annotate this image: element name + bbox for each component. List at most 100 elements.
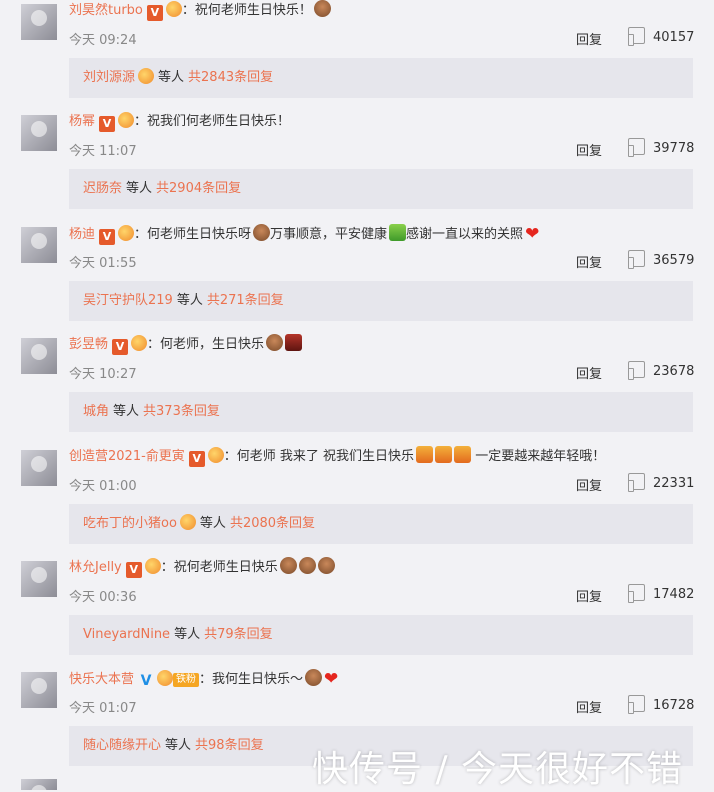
- reply-summary[interactable]: 吃布丁的小猪oo 等人 共2080条回复: [69, 503, 693, 544]
- heart-emoji-icon: ❤: [525, 223, 540, 244]
- reply-button[interactable]: 回复: [576, 697, 602, 716]
- like-button[interactable]: 22331: [628, 472, 694, 493]
- cake-emoji-icon: [298, 556, 316, 574]
- comment-time: 今天 11:07: [69, 144, 137, 160]
- like-count: 36579: [653, 252, 695, 268]
- like-count: 39778: [653, 141, 695, 157]
- reply-user-name[interactable]: 吴汀守护队219: [83, 293, 173, 308]
- user-name[interactable]: 刘昊然turbo: [69, 3, 143, 18]
- reply-total-link[interactable]: 共2904条回复: [156, 181, 241, 196]
- user-name[interactable]: 林允Jelly: [69, 560, 122, 575]
- cake-emoji-icon: [305, 669, 323, 687]
- avatar[interactable]: [21, 115, 57, 152]
- comment-text: ：我何生日快乐～: [199, 672, 304, 688]
- comment-time: 今天 10:27: [69, 367, 137, 383]
- user-name[interactable]: 创造营2021-俞更寅: [69, 449, 185, 464]
- comment-line: 刘昊然turbo V ：祝何老师生日快乐！: [69, 0, 331, 22]
- gift-emoji-icon: [435, 445, 453, 463]
- like-button[interactable]: 36579: [628, 249, 695, 270]
- fan-medal-icon: [144, 557, 161, 574]
- reply-total-link[interactable]: 共79条回复: [204, 627, 273, 642]
- like-button[interactable]: 40157: [628, 27, 694, 47]
- verified-badge-icon: V: [99, 228, 116, 245]
- fan-medal-icon: [179, 513, 196, 530]
- verified-badge-icon: V: [140, 673, 152, 690]
- like-count: 16728: [653, 698, 695, 714]
- fan-medal-icon: [118, 112, 135, 129]
- user-name[interactable]: 杨迪: [69, 227, 95, 242]
- reply-user-name[interactable]: 随心随缘开心: [83, 738, 161, 753]
- gift-emoji-icon: [416, 445, 434, 463]
- comment-line: 林允Jelly V ：祝何老师生日快乐: [69, 556, 335, 579]
- comment-text: 一定要越来越年轻哦！: [475, 448, 606, 464]
- reply-etc: 等人: [158, 70, 185, 85]
- thumbs-up-icon: [628, 138, 645, 158]
- comment-time: 今天 01:00: [69, 478, 137, 494]
- comment-feed: 刘昊然turbo V ：祝何老师生日快乐！ 今天 09:24 回复 40157 刘刘…: [0, 0, 714, 780]
- like-count: 17482: [653, 586, 695, 602]
- comment-time: 今天 01:55: [69, 255, 137, 271]
- reply-summary[interactable]: 迟肠奈 等人 共2904条回复: [69, 169, 693, 210]
- reply-summary[interactable]: 刘刘源源 等人 共2843条回复: [69, 58, 693, 98]
- reply-etc: 等人: [174, 626, 201, 642]
- comment-text: 万事顺意，平安健康: [270, 226, 388, 242]
- fan-medal-icon: [118, 224, 135, 241]
- comment-text: ：何老师生日快乐呀: [134, 226, 252, 242]
- reply-total-link[interactable]: 共2843条回复: [188, 70, 273, 85]
- avatar[interactable]: [21, 672, 57, 709]
- avatar[interactable]: [21, 226, 57, 263]
- reply-etc: 等人: [113, 404, 140, 420]
- comment-time: 今天 00:36: [69, 589, 137, 605]
- reply-total-link[interactable]: 共98条回复: [195, 738, 264, 753]
- like-button[interactable]: 39778: [628, 138, 694, 158]
- user-name[interactable]: 快乐大本营: [69, 672, 134, 687]
- reply-summary[interactable]: 城角 等人 共373条回复: [69, 392, 693, 433]
- user-name[interactable]: 彭昱畅: [69, 337, 108, 352]
- reply-total-link[interactable]: 共373条回复: [143, 404, 220, 419]
- avatar[interactable]: [21, 779, 57, 790]
- cake-emoji-icon: [313, 0, 331, 17]
- reply-total-link[interactable]: 共2080条回复: [230, 516, 315, 531]
- avatar[interactable]: [21, 338, 57, 375]
- thumbs-up-icon: [628, 695, 645, 715]
- reply-button[interactable]: 回复: [576, 252, 602, 271]
- reply-etc: 等人: [126, 181, 153, 197]
- like-button[interactable]: 16728: [628, 695, 694, 715]
- verified-badge-icon: V: [125, 561, 142, 578]
- avatar[interactable]: [21, 4, 57, 40]
- reply-user-name[interactable]: 迟肠奈: [83, 181, 122, 196]
- reply-etc: 等人: [199, 515, 226, 531]
- reply-summary[interactable]: VineyardNine 等人 共79条回复: [69, 614, 693, 655]
- heart-emoji-icon: ❤: [324, 669, 339, 690]
- cake-emoji-icon: [279, 556, 297, 574]
- comment-item: 杨幂 V ：祝我们何老师生日快乐！ 今天 11:07 回复 39778 迟肠奈 等人共…: [0, 111, 714, 222]
- reply-summary[interactable]: 吴汀守护队219 等人 共271条回复: [69, 280, 693, 321]
- comment-text: ：祝我们何老师生日快乐！: [134, 114, 291, 130]
- thumbs-up-icon: [628, 472, 645, 492]
- reply-button[interactable]: 回复: [576, 140, 602, 159]
- cake-emoji-icon: [253, 223, 271, 241]
- like-button[interactable]: 23678: [628, 361, 694, 381]
- reply-user-name[interactable]: 吃布丁的小猪oo: [83, 516, 177, 531]
- comment-time: 今天 09:24: [69, 33, 137, 48]
- reply-button[interactable]: 回复: [576, 363, 602, 382]
- reply-user-name[interactable]: VineyardNine: [83, 627, 170, 642]
- fan-medal-icon: [138, 68, 155, 84]
- reply-button[interactable]: 回复: [576, 475, 602, 494]
- comment-item: 杨迪 V ：何老师生日快乐呀 万事顺意，平安健康 感谢一直以来的关照 ❤ 今天 01:55…: [0, 223, 714, 334]
- thumbs-up-icon: [628, 583, 645, 603]
- comment-item: 林允Jelly V ：祝何老师生日快乐 今天 00:36 回复 17482 Vine…: [0, 556, 714, 668]
- fan-medal-icon: [165, 1, 182, 17]
- like-count: 40157: [653, 30, 695, 45]
- reply-button[interactable]: 回复: [576, 29, 602, 48]
- avatar[interactable]: [21, 449, 57, 486]
- reply-total-link[interactable]: 共271条回复: [207, 293, 284, 308]
- gift-emoji-icon: [454, 445, 472, 463]
- reply-user-name[interactable]: 城角: [83, 404, 109, 419]
- thumbs-up-icon: [628, 361, 645, 381]
- avatar[interactable]: [21, 560, 57, 597]
- like-button[interactable]: 17482: [628, 583, 695, 604]
- user-name[interactable]: 杨幂: [69, 114, 95, 129]
- reply-user-name[interactable]: 刘刘源源: [83, 70, 135, 85]
- reply-button[interactable]: 回复: [576, 586, 602, 605]
